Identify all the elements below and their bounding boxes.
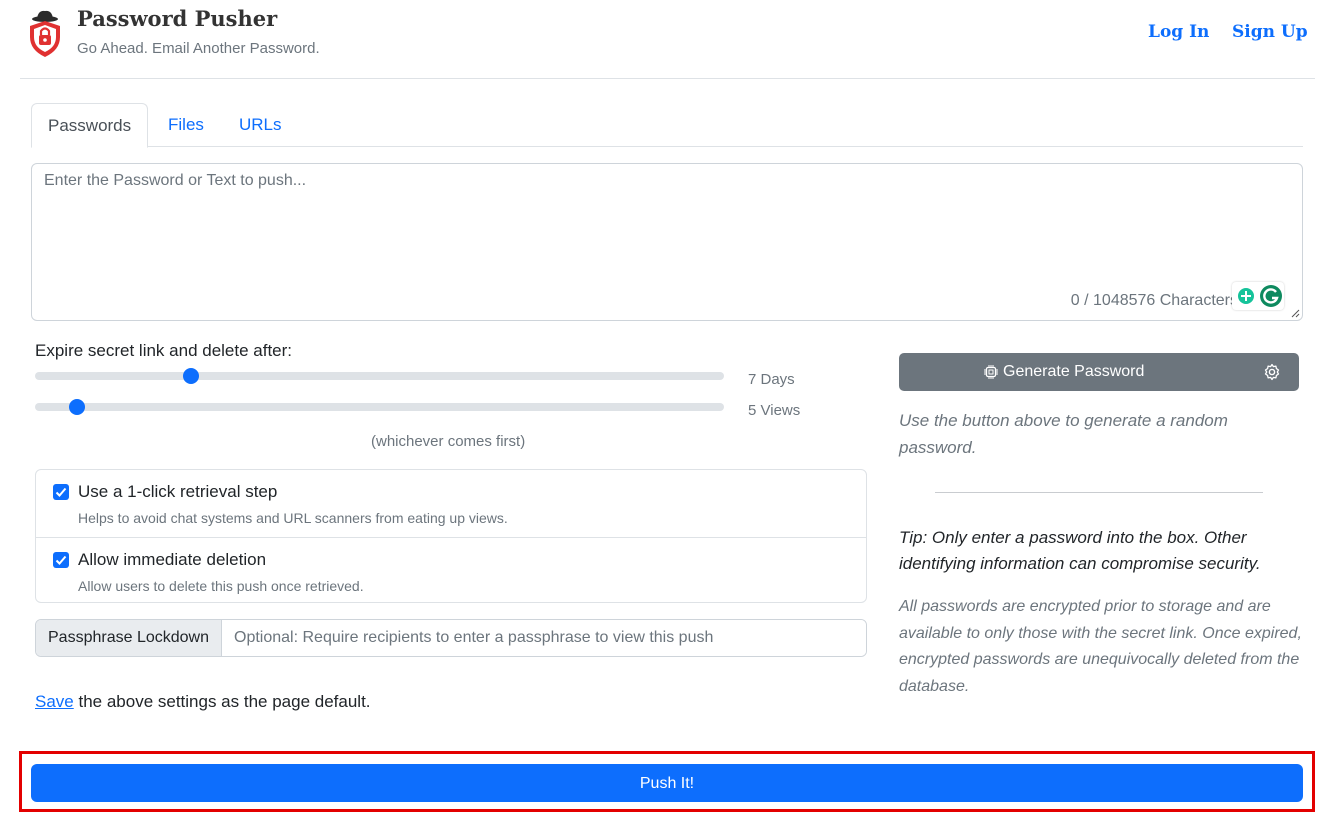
- resize-handle-icon[interactable]: [1290, 308, 1300, 318]
- cpu-chip-icon: [984, 365, 998, 379]
- save-defaults-link[interactable]: Save: [35, 692, 74, 711]
- whichever-note: (whichever comes first): [371, 433, 526, 450]
- passphrase-group: Passphrase Lockdown: [35, 619, 867, 657]
- gear-icon[interactable]: [1263, 363, 1281, 381]
- retrieval-step-checkbox[interactable]: [53, 484, 69, 500]
- site-header: Password Pusher Go Ahead. Email Another …: [20, 0, 1315, 79]
- save-defaults-line: Save the above settings as the page defa…: [35, 692, 371, 712]
- save-defaults-text: the above settings as the page default.: [73, 692, 371, 711]
- expire-label: Expire secret link and delete after:: [35, 341, 293, 360]
- deletion-checkbox[interactable]: [53, 552, 69, 568]
- days-slider[interactable]: [35, 368, 724, 384]
- generate-password-label: Generate Password: [1003, 363, 1145, 380]
- passphrase-input[interactable]: [222, 620, 866, 656]
- security-tip: Tip: Only enter a password into the box.…: [899, 528, 1261, 573]
- days-slider-thumb[interactable]: [183, 368, 200, 384]
- passphrase-label: Passphrase Lockdown: [36, 620, 222, 656]
- days-value: 7 Days: [748, 371, 795, 388]
- views-slider[interactable]: [35, 399, 724, 415]
- signup-link[interactable]: Sign Up: [1232, 22, 1308, 42]
- brand-title[interactable]: Password Pusher: [77, 6, 277, 31]
- login-link[interactable]: Log In: [1148, 22, 1209, 42]
- deletion-label[interactable]: Allow immediate deletion: [78, 550, 266, 570]
- retrieval-step-desc: Helps to avoid chat systems and URL scan…: [78, 510, 508, 526]
- options-list: Use a 1-click retrieval step Helps to av…: [35, 469, 867, 603]
- retrieval-step-label[interactable]: Use a 1-click retrieval step: [78, 482, 277, 502]
- views-slider-thumb[interactable]: [68, 399, 85, 415]
- encryption-info: All passwords are encrypted prior to sto…: [899, 598, 1302, 695]
- password-pusher-logo-icon[interactable]: [24, 10, 66, 58]
- brand-tagline: Go Ahead. Email Another Password.: [77, 40, 320, 57]
- grammarly-widget[interactable]: [1232, 282, 1284, 310]
- deletion-desc: Allow users to delete this push once ret…: [78, 578, 364, 594]
- list-item: Allow immediate deletion Allow users to …: [36, 537, 866, 604]
- tab-files[interactable]: Files: [152, 103, 220, 147]
- generator-hint: Use the button above to generate a rando…: [899, 411, 1228, 457]
- list-item: Use a 1-click retrieval step Helps to av…: [36, 470, 866, 537]
- tab-urls[interactable]: URLs: [223, 103, 298, 147]
- grammarly-icon: [1238, 285, 1282, 307]
- views-value: 5 Views: [748, 402, 801, 419]
- divider: [935, 492, 1263, 493]
- tab-passwords[interactable]: Passwords: [31, 103, 149, 148]
- push-it-button[interactable]: Push It!: [31, 764, 1303, 802]
- character-count: 0 / 1048576 Characters: [1070, 292, 1238, 309]
- payload-textarea-container: 0 / 1048576 Characters: [31, 163, 1303, 321]
- push-type-tabs: Passwords Files URLs: [31, 103, 1303, 148]
- generate-password-button[interactable]: Generate Password: [899, 353, 1299, 391]
